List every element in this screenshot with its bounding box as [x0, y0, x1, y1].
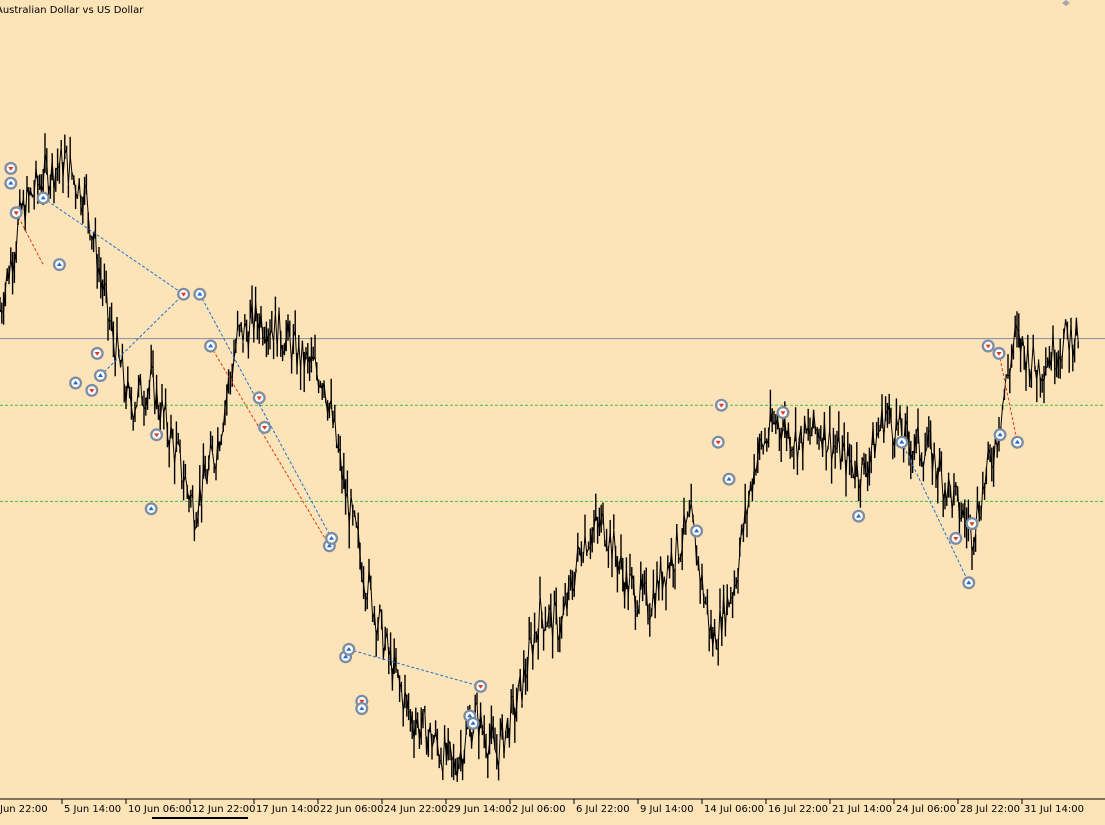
trade-marker-sell	[258, 420, 272, 434]
x-tick-label: 10 Jun 06:00	[128, 804, 192, 815]
trade-marker-buy	[325, 531, 339, 545]
trade-marker-buy	[93, 369, 107, 383]
trade-marker-buy	[69, 376, 83, 390]
trade-marker-sell	[714, 398, 728, 412]
x-tick-label: 2 Jul 06:00	[512, 804, 566, 815]
trade-marker-buy	[852, 509, 866, 523]
chart-title: Australian Dollar vs US Dollar	[0, 5, 144, 16]
trade-marker-buy	[466, 716, 480, 730]
trade-marker-buy	[4, 176, 18, 190]
trade-marker-sell	[711, 435, 725, 449]
x-tick-label: 31 Jul 14:00	[1024, 804, 1084, 815]
trade-marker-buy	[204, 339, 218, 353]
trade-marker-buy	[144, 502, 158, 516]
x-tick-label: 12 Jun 22:00	[192, 804, 256, 815]
x-tick-label: Jun 22:00	[0, 804, 48, 815]
x-tick-label: 22 Jun 06:00	[320, 804, 384, 815]
trade-marker-buy	[722, 472, 736, 486]
price-chart[interactable]: Australian Dollar vs US Dollar Jun 22:00…	[0, 0, 1105, 821]
trade-marker-buy	[355, 702, 369, 716]
x-tick-label: 14 Jul 06:00	[704, 804, 764, 815]
x-tick-label: 9 Jul 14:00	[640, 804, 694, 815]
trade-marker-buy	[193, 287, 207, 301]
trade-marker-sell	[85, 383, 99, 397]
x-tick-label: 6 Jul 22:00	[576, 804, 630, 815]
trade-marker-sell	[981, 339, 995, 353]
trade-marker-sell	[949, 531, 963, 545]
trade-marker-sell	[992, 346, 1006, 360]
x-tick-label: 21 Jul 14:00	[832, 804, 892, 815]
trade-marker-sell	[965, 517, 979, 531]
trade-marker-buy	[1010, 435, 1024, 449]
trade-marker-sell	[252, 391, 266, 405]
x-tick-label: 24 Jun 22:00	[384, 804, 448, 815]
x-tick-label: 28 Jul 22:00	[960, 804, 1020, 815]
trade-marker-buy	[993, 428, 1007, 442]
trade-marker-buy	[52, 258, 66, 272]
trade-marker-sell	[177, 287, 191, 301]
x-tick-label: 17 Jun 14:00	[256, 804, 320, 815]
trade-marker-buy	[962, 576, 976, 590]
trade-marker-sell	[776, 406, 790, 420]
trade-marker-buy	[690, 524, 704, 538]
trade-marker-buy	[895, 435, 909, 449]
trade-marker-sell	[150, 428, 164, 442]
trade-marker-sell	[9, 206, 23, 220]
trade-marker-buy	[36, 191, 50, 205]
price-chart-svg[interactable]: Australian Dollar vs US Dollar Jun 22:00…	[0, 0, 1105, 821]
x-tick-label: 29 Jun 14:00	[448, 804, 512, 815]
x-tick-label: 16 Jul 22:00	[768, 804, 828, 815]
trade-marker-sell	[474, 679, 488, 693]
trade-marker-buy	[342, 642, 356, 656]
x-tick-label: 24 Jul 06:00	[896, 804, 956, 815]
trade-marker-sell	[4, 161, 18, 175]
trade-marker-sell	[90, 346, 104, 360]
x-tick-label: 5 Jun 14:00	[64, 804, 121, 815]
